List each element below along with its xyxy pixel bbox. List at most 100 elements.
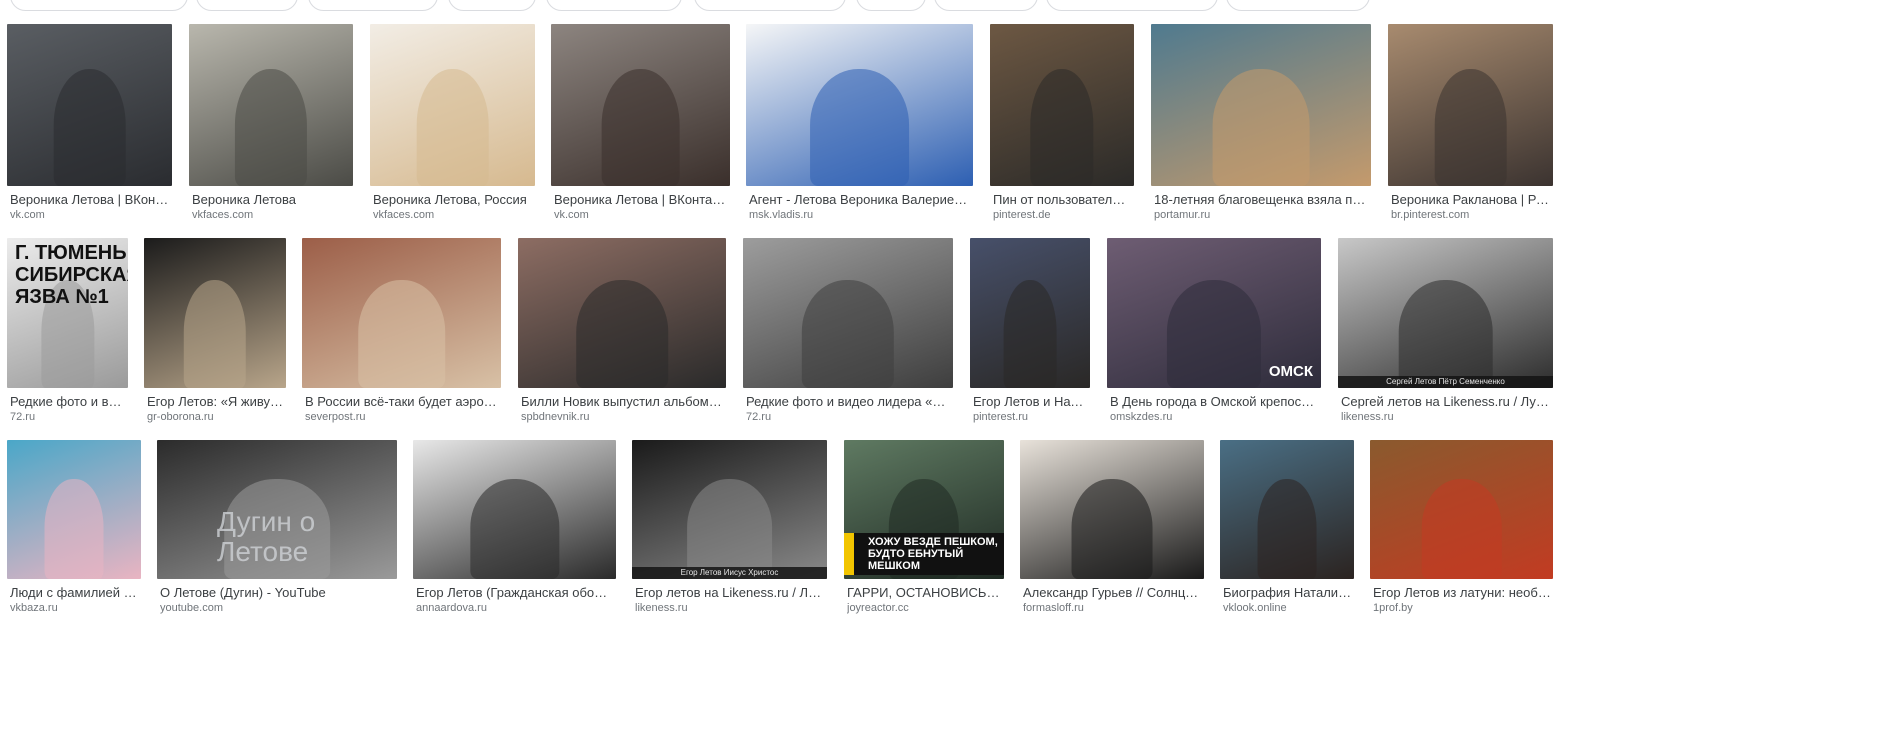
result-title[interactable]: В России всё-таки будет аэропорт имени Л… — [305, 394, 499, 410]
result-title[interactable]: ГАРРИ, ОСТАНОВИСЬ! [Гермиона] — [847, 585, 1002, 601]
result-title[interactable]: Люди с фамилией Летова — [10, 585, 139, 601]
result-thumbnail[interactable] — [413, 440, 616, 579]
result-title[interactable]: Редкие фото и видео лидера — [10, 394, 126, 410]
result-thumbnail[interactable] — [1388, 24, 1553, 186]
thumbnail-subject — [1434, 69, 1507, 186]
result-title[interactable]: Егор Летов (Гражданская оборона) – биогр… — [416, 585, 614, 601]
image-result[interactable]: Пин от пользователя Вероника Летоваpinte… — [990, 24, 1134, 230]
result-title[interactable]: Вероника Летова | ВКонтакте — [10, 192, 170, 208]
image-result[interactable]: Вероника Летова, Россия vkfaces.com — [370, 24, 535, 230]
image-result[interactable]: ОМСК В День города в Омской крепости сыгр… — [1107, 238, 1321, 432]
result-title[interactable]: Вероника Раклaнова | Рок-музыка — [1391, 192, 1551, 208]
result-title[interactable]: В День города в Омской крепости сыграли … — [1110, 394, 1319, 410]
result-thumbnail[interactable] — [302, 238, 501, 388]
result-title[interactable]: Сергей летов на Likeness.ru / Лучшие схо… — [1341, 394, 1551, 410]
image-result[interactable]: Вероника Раклaнова | Рок-музыкаbr.pinter… — [1388, 24, 1553, 230]
result-thumbnail[interactable] — [189, 24, 353, 186]
result-thumbnail[interactable] — [1020, 440, 1204, 579]
thumbnail-subject — [1071, 478, 1153, 579]
result-thumbnail[interactable]: ОМСК — [1107, 238, 1321, 388]
thumbnail-subject — [1398, 280, 1493, 388]
result-thumbnail[interactable] — [518, 238, 726, 388]
image-result[interactable]: Г. ТЮМЕНЬ СИБИРСКАЯ ЯЗВА №1 Редкие фото и… — [7, 238, 128, 432]
thumbnail-subject — [44, 478, 104, 579]
image-result[interactable]: Егор Летов и Наталья Чумаковаpinterest.r… — [970, 238, 1090, 432]
result-thumbnail[interactable]: ХОЖУ ВЕЗДЕ ПЕШКОМ, БУДТО ЕБНУТЫЙ МЕШКОМ — [844, 440, 1004, 579]
image-result[interactable]: В России всё-таки будет аэропорт имени Л… — [302, 238, 501, 432]
image-result[interactable]: Сергей Летов Пётр Семенченко Сергей летов… — [1338, 238, 1553, 432]
result-title[interactable]: Егор Летов и Наталья Чумакова — [973, 394, 1088, 410]
result-thumbnail[interactable] — [970, 238, 1090, 388]
image-result[interactable]: Вероника Летова | ВКонтакте vk.com — [7, 24, 172, 230]
result-thumbnail[interactable]: Г. ТЮМЕНЬ СИБИРСКАЯ ЯЗВА №1 — [7, 238, 128, 388]
image-result[interactable]: 18-летняя благовещенка взяла псевдоним Л… — [1151, 24, 1371, 230]
result-thumbnail[interactable]: Дугин о Летове — [157, 440, 397, 579]
thumbnail-subject — [809, 69, 910, 186]
thumbnail-caption: ХОЖУ ВЕЗДЕ ПЕШКОМ, БУДТО ЕБНУТЫЙ МЕШКОМ — [844, 533, 1004, 575]
result-thumbnail[interactable] — [144, 238, 286, 388]
result-title[interactable]: Вероника Летова, Россия — [373, 192, 533, 208]
result-title[interactable]: Егор летов на Likeness.ru / Лучшие сходс… — [635, 585, 825, 601]
result-source: severpost.ru — [305, 411, 366, 423]
result-title[interactable]: Пин от пользователя Вероника Летова — [993, 192, 1132, 208]
image-result[interactable]: Егор Летов из латуни: необычный подарок1… — [1370, 440, 1553, 623]
filter-chip[interactable] — [856, 0, 926, 11]
image-result[interactable]: Вероника Летова | ВКонтакте vk.com — [551, 24, 730, 230]
image-result[interactable]: Вероника Летова vkfaces.com — [189, 24, 353, 230]
result-thumbnail[interactable] — [7, 440, 141, 579]
image-result[interactable]: ХОЖУ ВЕЗДЕ ПЕШКОМ, БУДТО ЕБНУТЫЙ МЕШКОМ Г… — [844, 440, 1004, 623]
image-result[interactable]: Дугин о Летове О Летове (Дугин) - YouTube… — [157, 440, 397, 623]
result-title[interactable]: 18-летняя благовещенка взяла псевдоним Л… — [1154, 192, 1369, 208]
image-result[interactable]: Егор Летов Иисус Христос Егор летов на Li… — [632, 440, 827, 623]
image-result[interactable]: Биография Натали Віколvklook.online — [1220, 440, 1354, 623]
image-result[interactable]: Александр Гурьев // Солнце всех насforma… — [1020, 440, 1204, 623]
image-result[interactable]: Редкие фото и видео лидера «Гражданской … — [743, 238, 953, 432]
result-thumbnail[interactable] — [743, 238, 953, 388]
result-thumbnail[interactable] — [551, 24, 730, 186]
image-result[interactable]: Егор Летов (Гражданская оборона) – биогр… — [413, 440, 616, 623]
result-title[interactable]: Биография Натали Вікол — [1223, 585, 1352, 601]
image-result[interactable]: Билли Новик выпустил альбом, посвященный… — [518, 238, 726, 432]
filter-chip[interactable] — [694, 0, 846, 11]
result-source: likeness.ru — [635, 602, 688, 614]
thumbnail-subject — [1257, 478, 1317, 579]
result-title[interactable]: Александр Гурьев // Солнце всех нас — [1023, 585, 1202, 601]
filter-chip[interactable] — [196, 0, 298, 11]
result-source: vkfaces.com — [192, 209, 254, 221]
result-thumbnail[interactable] — [7, 24, 172, 186]
image-result[interactable]: Люди с фамилией Летоваvkbaza.ru — [7, 440, 141, 623]
filter-chip[interactable] — [448, 0, 536, 11]
result-title[interactable]: Вероника Летова — [192, 192, 351, 208]
result-title[interactable]: Билли Новик выпустил альбом, посвященный… — [521, 394, 724, 410]
result-title[interactable]: О Летове (Дугин) - YouTube — [160, 585, 395, 601]
result-thumbnail[interactable] — [990, 24, 1134, 186]
result-title[interactable]: Редкие фото и видео лидера «Гражданской … — [746, 394, 951, 410]
result-source: spbdnevnik.ru — [521, 411, 590, 423]
filter-chip[interactable] — [1046, 0, 1218, 11]
result-thumbnail[interactable] — [1220, 440, 1354, 579]
result-source: likeness.ru — [1341, 411, 1394, 423]
filter-chip[interactable] — [1226, 0, 1370, 11]
thumbnail-subject — [357, 280, 446, 388]
filter-chip[interactable] — [10, 0, 188, 11]
result-source: 72.ru — [10, 411, 36, 423]
filter-chip[interactable] — [546, 0, 682, 11]
result-source: vkfaces.com — [373, 209, 435, 221]
result-thumbnail[interactable] — [1151, 24, 1371, 186]
result-title[interactable]: Егор Летов из латуни: необычный подарок — [1373, 585, 1551, 601]
image-result[interactable]: Егор Летов: «Я живу на гранеgr-oborona.r… — [144, 238, 286, 432]
thumbnail-caption: Сергей Летов Пётр Семенченко — [1338, 376, 1553, 388]
thumbnail-subject — [801, 280, 895, 388]
result-thumbnail[interactable]: Егор Летов Иисус Христос — [632, 440, 827, 579]
result-thumbnail[interactable] — [370, 24, 535, 186]
result-thumbnail[interactable] — [1370, 440, 1553, 579]
image-result[interactable]: Агент - Летова Вероника Валериевна msk.vl… — [746, 24, 973, 230]
result-title[interactable]: Агент - Летова Вероника Валериевна — [749, 192, 971, 208]
filter-chip[interactable] — [308, 0, 438, 11]
result-thumbnail[interactable] — [746, 24, 973, 186]
result-title[interactable]: Егор Летов: «Я живу на гране — [147, 394, 284, 410]
thumbnail-caption: Егор Летов Иисус Христос — [632, 567, 827, 579]
result-thumbnail[interactable]: Сергей Летов Пётр Семенченко — [1338, 238, 1553, 388]
filter-chip[interactable] — [934, 0, 1038, 11]
result-title[interactable]: Вероника Летова | ВКонтакте — [554, 192, 728, 208]
